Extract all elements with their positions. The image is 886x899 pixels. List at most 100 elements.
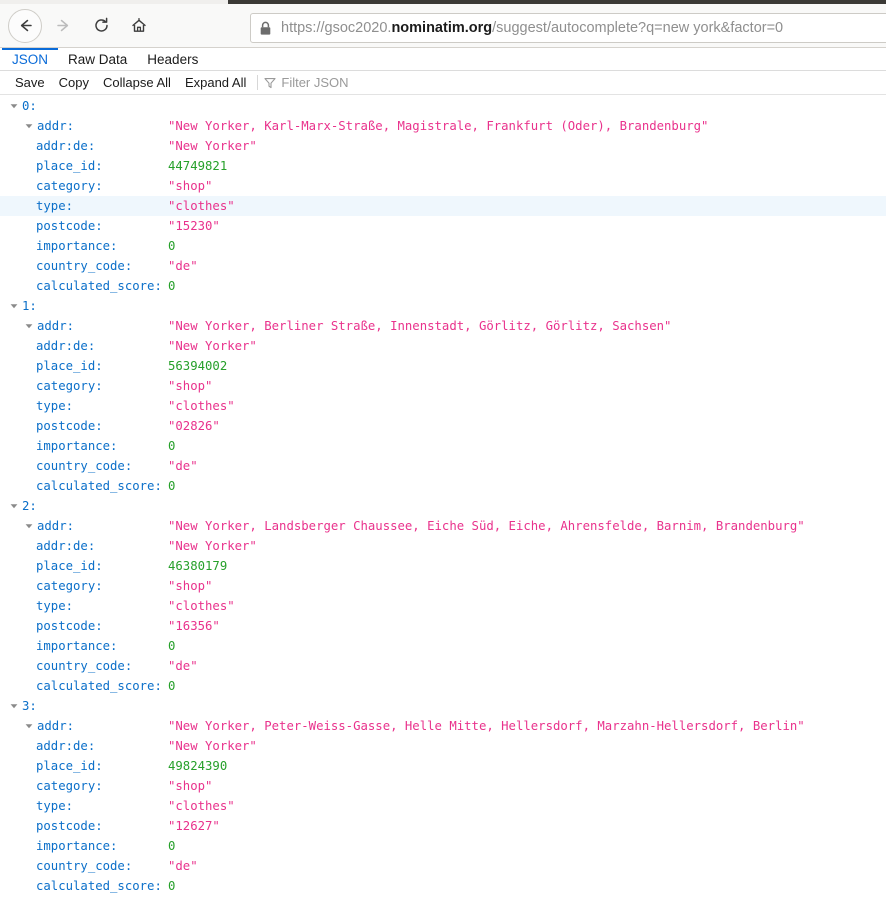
- json-property-row[interactable]: postcode: "16356": [0, 616, 886, 636]
- json-value: 0: [168, 439, 176, 453]
- forward-button[interactable]: [46, 9, 80, 43]
- json-key: place_id:: [36, 759, 103, 773]
- json-property-row[interactable]: type: "clothes": [0, 796, 886, 816]
- json-array-index-row[interactable]: 2:: [0, 496, 886, 516]
- json-key: addr:de:: [36, 539, 96, 553]
- json-key: postcode:: [36, 619, 103, 633]
- json-property-row[interactable]: category: "shop": [0, 376, 886, 396]
- json-property-row[interactable]: postcode: "15230": [0, 216, 886, 236]
- disclosure-triangle-icon[interactable]: [24, 316, 33, 336]
- json-key: addr:: [37, 519, 75, 533]
- json-property-row[interactable]: postcode: "12627": [0, 816, 886, 836]
- reload-button[interactable]: [84, 9, 118, 43]
- json-property-row[interactable]: place_id: 44749821: [0, 156, 886, 176]
- json-key: place_id:: [36, 159, 103, 173]
- disclosure-triangle-icon[interactable]: [24, 116, 33, 136]
- json-array-index-row[interactable]: 1:: [0, 296, 886, 316]
- json-property-row[interactable]: place_id: 56394002: [0, 356, 886, 376]
- json-property-row[interactable]: type: "clothes": [0, 396, 886, 416]
- filter-json-field[interactable]: [264, 71, 886, 94]
- json-property-row[interactable]: country_code: "de": [0, 256, 886, 276]
- disclosure-triangle-icon[interactable]: [9, 696, 18, 716]
- json-key: addr:: [37, 319, 75, 333]
- expand-all-button[interactable]: Expand All: [178, 75, 253, 90]
- json-key: importance:: [36, 639, 118, 653]
- tab-raw-data[interactable]: Raw Data: [58, 48, 137, 70]
- json-property-row[interactable]: calculated_score: 0: [0, 476, 886, 496]
- tab-headers[interactable]: Headers: [137, 48, 208, 70]
- disclosure-triangle-icon[interactable]: [9, 296, 18, 316]
- json-array-index-label: 0:: [22, 99, 37, 113]
- json-property-row[interactable]: calculated_score: 0: [0, 876, 886, 896]
- json-property-row[interactable]: importance: 0: [0, 436, 886, 456]
- filter-json-input[interactable]: [281, 75, 482, 90]
- back-button[interactable]: [8, 8, 42, 43]
- json-array-index-row[interactable]: 0:: [0, 96, 886, 116]
- json-property-row[interactable]: importance: 0: [0, 836, 886, 856]
- json-key: addr:: [37, 119, 75, 133]
- json-value: 0: [168, 639, 176, 653]
- json-property-row[interactable]: calculated_score: 0: [0, 276, 886, 296]
- json-property-row[interactable]: place_id: 46380179: [0, 556, 886, 576]
- json-array-index-label: 2:: [22, 499, 37, 513]
- json-array-index-row[interactable]: 3:: [0, 696, 886, 716]
- json-viewer-toolbar: Save Copy Collapse All Expand All: [0, 71, 886, 95]
- json-value: "New Yorker, Peter-Weiss-Gasse, Helle Mi…: [168, 719, 805, 733]
- tab-json[interactable]: JSON: [2, 48, 58, 70]
- json-key: type:: [36, 399, 74, 413]
- json-key: country_code:: [36, 459, 133, 473]
- json-property-row[interactable]: addr: "New Yorker, Landsberger Chaussee, …: [0, 516, 886, 536]
- json-property-row[interactable]: addr:de: "New Yorker": [0, 136, 886, 156]
- json-property-row[interactable]: category: "shop": [0, 176, 886, 196]
- json-property-row[interactable]: addr:de: "New Yorker": [0, 336, 886, 356]
- json-property-row[interactable]: addr:de: "New Yorker": [0, 736, 886, 756]
- json-key: addr:de:: [36, 739, 96, 753]
- json-property-row[interactable]: importance: 0: [0, 236, 886, 256]
- disclosure-triangle-icon[interactable]: [9, 96, 18, 116]
- json-property-row[interactable]: place_id: 49824390: [0, 756, 886, 776]
- home-button[interactable]: [122, 9, 156, 43]
- json-property-row[interactable]: addr:de: "New Yorker": [0, 536, 886, 556]
- json-value: "New Yorker": [168, 539, 257, 553]
- json-value: "12627": [168, 819, 220, 833]
- disclosure-triangle-icon[interactable]: [9, 496, 18, 516]
- copy-button[interactable]: Copy: [52, 75, 96, 90]
- save-button[interactable]: Save: [8, 75, 52, 90]
- json-value: 49824390: [168, 759, 228, 773]
- json-value: 44749821: [168, 159, 228, 173]
- json-key: calculated_score:: [36, 879, 162, 893]
- json-property-row[interactable]: country_code: "de": [0, 856, 886, 876]
- json-property-row[interactable]: category: "shop": [0, 776, 886, 796]
- address-bar[interactable]: https://gsoc2020.nominatim.org/suggest/a…: [250, 13, 886, 43]
- json-key: category:: [36, 379, 103, 393]
- json-content-panel[interactable]: 0: addr: "New Yorker, Karl-Marx-Straße, Ma…: [0, 95, 886, 899]
- json-value: "de": [168, 859, 198, 873]
- disclosure-triangle-icon[interactable]: [24, 716, 33, 736]
- tab-headers-label: Headers: [147, 51, 199, 67]
- url-domain: nominatim.org: [391, 20, 493, 36]
- json-property-row[interactable]: calculated_score: 0: [0, 676, 886, 696]
- toolbar-separator: [257, 75, 259, 90]
- json-property-row[interactable]: country_code: "de": [0, 656, 886, 676]
- json-property-row[interactable]: postcode: "02826": [0, 416, 886, 436]
- tab-raw-data-label: Raw Data: [68, 51, 128, 67]
- json-array-index-label: 1:: [22, 299, 37, 313]
- json-property-row[interactable]: addr: "New Yorker, Berliner Straße, Innen…: [0, 316, 886, 336]
- json-property-row[interactable]: addr: "New Yorker, Karl-Marx-Straße, Magi…: [0, 116, 886, 136]
- browser-navigation-toolbar: https://gsoc2020.nominatim.org/suggest/a…: [0, 4, 886, 48]
- json-property-row[interactable]: type: "clothes": [0, 196, 886, 216]
- json-property-row[interactable]: importance: 0: [0, 636, 886, 656]
- address-bar-url: https://gsoc2020.nominatim.org/suggest/a…: [281, 20, 783, 36]
- json-value: "clothes": [168, 399, 235, 413]
- json-value: "shop": [168, 179, 213, 193]
- json-property-row[interactable]: category: "shop": [0, 576, 886, 596]
- collapse-all-button[interactable]: Collapse All: [96, 75, 178, 90]
- json-property-row[interactable]: addr: "New Yorker, Peter-Weiss-Gasse, Hel…: [0, 716, 886, 736]
- url-path: /suggest/autocomplete?q=new york&factor=…: [492, 20, 784, 36]
- json-value: "de": [168, 459, 198, 473]
- json-property-row[interactable]: country_code: "de": [0, 456, 886, 476]
- json-property-row[interactable]: type: "clothes": [0, 596, 886, 616]
- json-key: postcode:: [36, 819, 103, 833]
- lock-icon: [259, 21, 272, 36]
- disclosure-triangle-icon[interactable]: [24, 516, 33, 536]
